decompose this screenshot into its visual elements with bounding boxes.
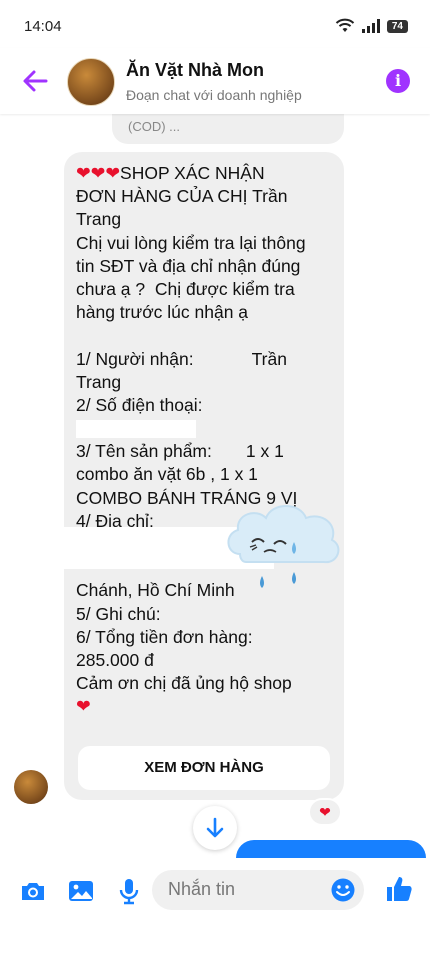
gallery-icon[interactable] (66, 876, 96, 906)
redaction-patch (76, 420, 196, 439)
message-line: Trang (76, 371, 122, 392)
view-order-button[interactable]: XEM ĐƠN HÀNG (78, 746, 330, 790)
message-line: ĐƠN HÀNG CỦA CHỊ Trần (76, 186, 288, 207)
status-bar: 14:04 74 (0, 0, 430, 48)
contact-name[interactable]: Ăn Vặt Nhà Mon (126, 60, 264, 81)
message-line: Trang (76, 209, 122, 230)
message-line: Cảm ơn chị đã ủng hộ shop (76, 673, 292, 694)
message-line: 2/ Số điện thoại: (76, 394, 203, 415)
message-line: combo ăn vặt 6b , 1 x 1 (76, 464, 258, 485)
message-line: ❤❤❤SHOP XÁC NHẬN (76, 163, 265, 183)
camera-icon[interactable] (18, 876, 48, 906)
message-input-placeholder: Nhắn tin (168, 879, 236, 899)
contact-subtitle: Đoạn chat với doanh nghiệp (126, 87, 302, 103)
message-line: 285.000 đ (76, 649, 154, 670)
message-line: 5/ Ghi chú: (76, 603, 161, 624)
redacted-phone (76, 417, 336, 440)
info-icon[interactable]: i (386, 69, 410, 93)
message-bubble[interactable]: ❤❤❤SHOP XÁC NHẬN ĐƠN HÀNG CỦA CHỊ Trần T… (64, 152, 344, 800)
previous-message-text: (COD) ... (128, 119, 180, 134)
thumbs-up-icon[interactable] (384, 874, 414, 904)
message-line: 1/ Người nhận: Trần (76, 348, 287, 369)
status-time: 14:04 (24, 18, 62, 35)
back-arrow-icon[interactable] (20, 66, 50, 96)
signal-icon (361, 19, 380, 33)
heart-emoji: ❤ (90, 163, 106, 183)
crying-cloud-sticker (227, 505, 340, 588)
microphone-icon[interactable] (114, 876, 144, 906)
heart-emoji: ❤ (76, 163, 91, 183)
contact-avatar[interactable] (67, 58, 115, 106)
message-line: 6/ Tổng tiền đơn hàng: (76, 626, 253, 647)
message-text: ❤❤❤SHOP XÁC NHẬN ĐƠN HÀNG CỦA CHỊ Trần T… (76, 162, 336, 719)
sender-avatar[interactable] (14, 770, 48, 804)
message-input[interactable]: Nhắn tin (152, 870, 364, 910)
message-line (76, 324, 336, 347)
message-line: ❤ (76, 695, 336, 718)
wifi-icon (335, 18, 355, 32)
heart-emoji: ❤ (105, 163, 121, 183)
message-line: tin SĐT và địa chỉ nhận đúng (76, 255, 301, 276)
battery-indicator: 74 (386, 19, 408, 33)
heart-reaction[interactable]: ❤ (310, 800, 340, 824)
composer-bar: Nhắn tin (0, 858, 430, 928)
message-line: hàng trước lúc nhận ạ (76, 302, 249, 323)
message-line: 3/ Tên sản phẩm: 1 x 1 (76, 441, 284, 462)
system-nav-bar (0, 928, 430, 960)
message-line: chưa ạ ? Chị được kiểm tra (76, 278, 295, 299)
status-icons: 74 (335, 18, 408, 34)
message-line: Chị vui lòng kiểm tra lại thông (76, 232, 306, 253)
arrow-down-icon (206, 817, 224, 838)
emoji-icon[interactable] (330, 877, 356, 903)
chat-header: Ăn Vặt Nhà Mon Đoạn chat với doanh nghiệ… (0, 48, 430, 114)
scroll-down-button[interactable] (193, 806, 237, 850)
heart-emoji: ❤ (76, 696, 91, 717)
